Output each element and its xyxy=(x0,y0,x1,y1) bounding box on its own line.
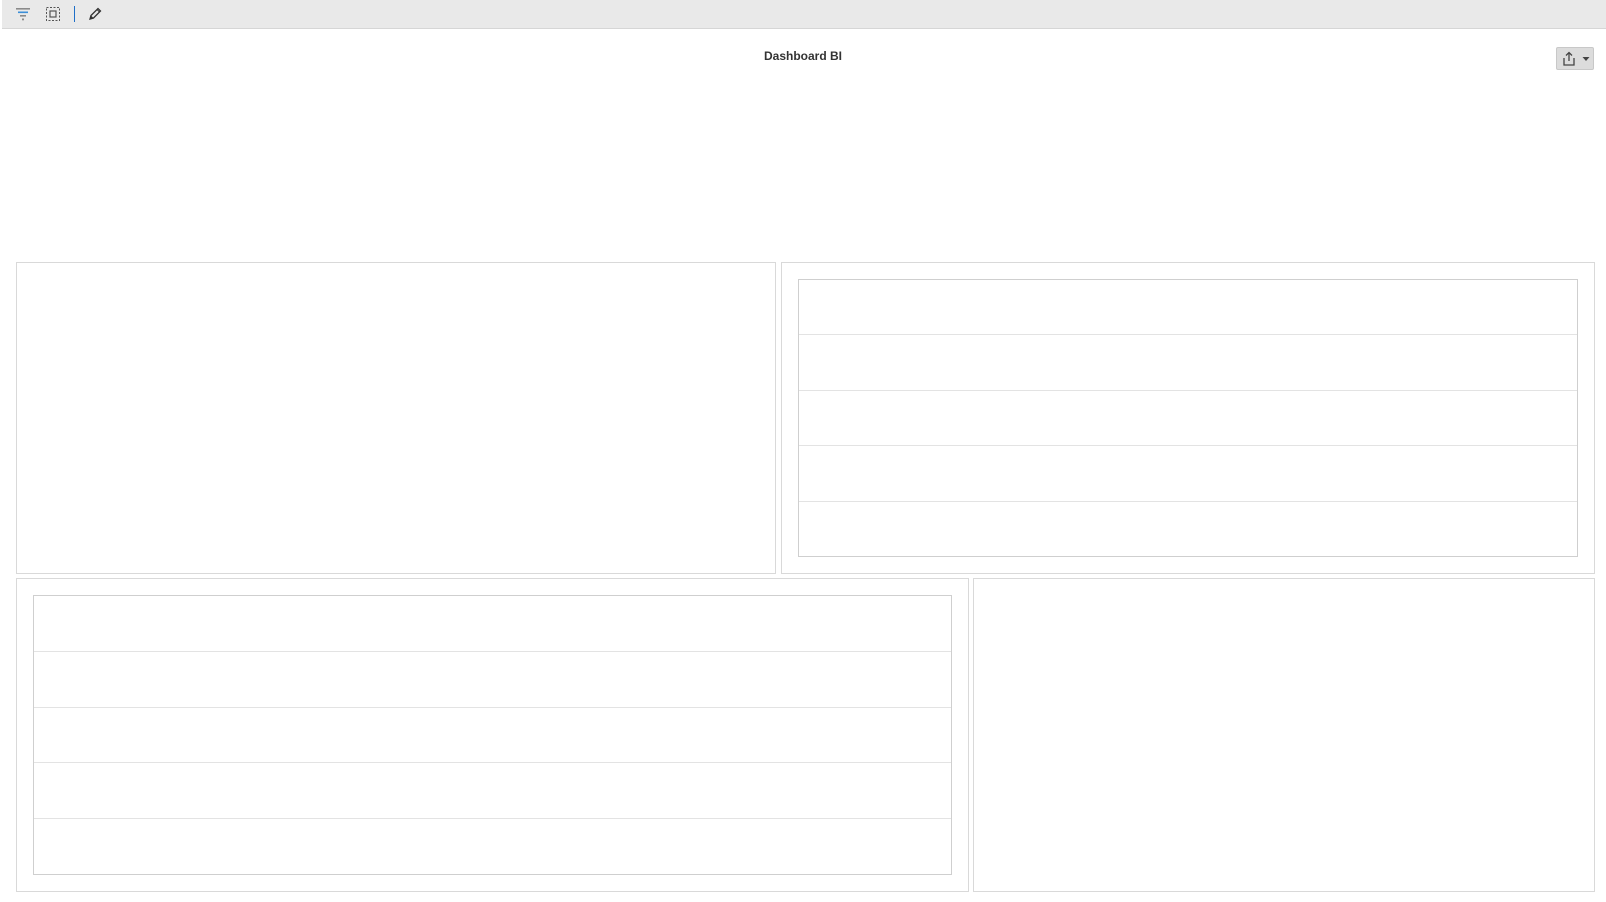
select-all-icon[interactable] xyxy=(44,5,62,23)
dashboard-item-top-right[interactable] xyxy=(781,262,1595,574)
dashboard-item-bottom-left[interactable] xyxy=(16,578,969,892)
data-grid-top-right[interactable] xyxy=(798,279,1578,557)
table-row[interactable] xyxy=(799,391,1577,447)
dashboard-item-top-left[interactable] xyxy=(16,262,776,574)
dashboard-title: Dashboard BI xyxy=(763,49,842,63)
table-row[interactable] xyxy=(34,708,951,764)
edit-pencil-icon[interactable] xyxy=(86,5,104,23)
filter-icon[interactable] xyxy=(14,5,32,23)
toolbar-separator xyxy=(74,6,75,22)
table-row[interactable] xyxy=(34,652,951,708)
table-row[interactable] xyxy=(799,280,1577,336)
dashboard-item-bottom-right[interactable] xyxy=(973,578,1595,892)
export-button[interactable] xyxy=(1556,47,1594,70)
table-row[interactable] xyxy=(34,763,951,820)
table-row[interactable] xyxy=(799,335,1577,391)
share-export-icon xyxy=(1557,48,1581,69)
top-toolbar xyxy=(2,0,1606,29)
caret-down-icon xyxy=(1581,48,1591,69)
table-row[interactable] xyxy=(799,446,1577,502)
table-row[interactable] xyxy=(799,502,1577,556)
table-row[interactable] xyxy=(34,819,951,874)
table-row[interactable] xyxy=(34,596,951,652)
data-grid-bottom-left[interactable] xyxy=(33,595,952,875)
